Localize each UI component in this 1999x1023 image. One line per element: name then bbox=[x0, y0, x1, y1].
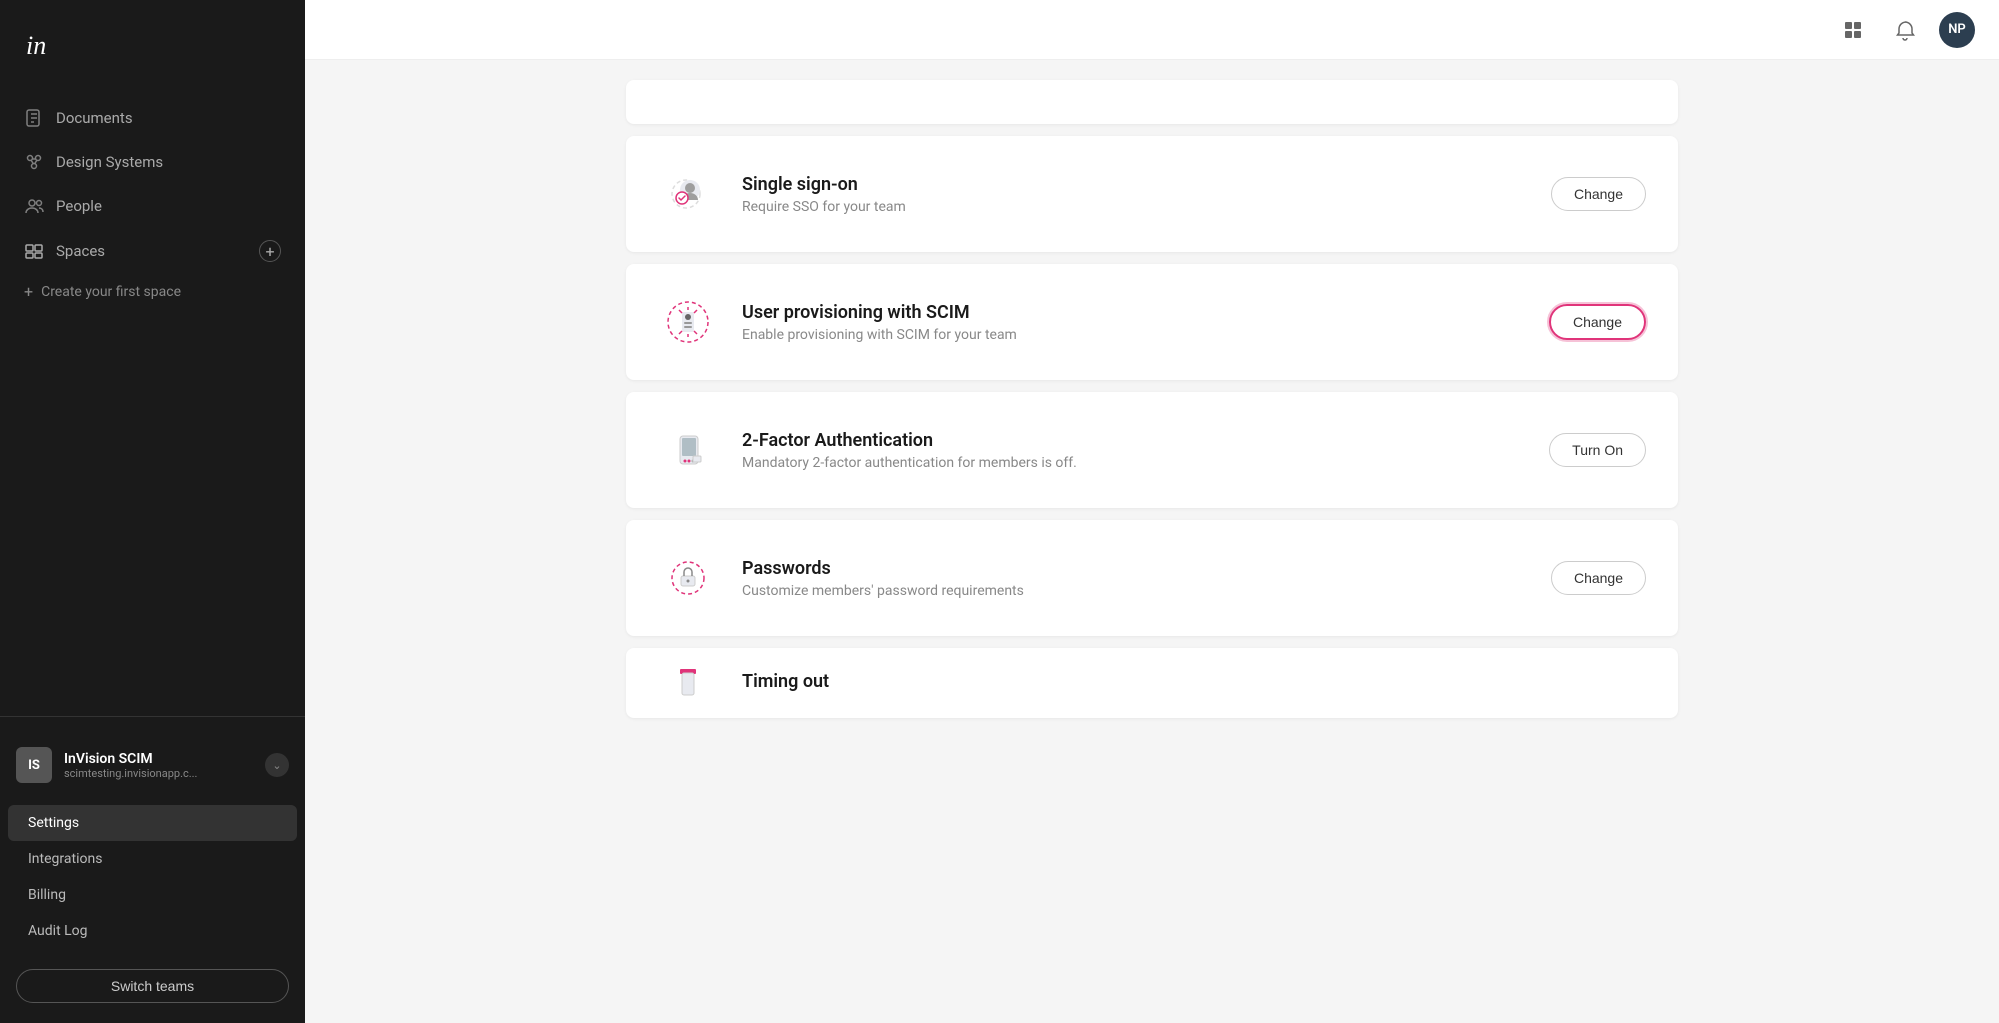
passwords-change-button[interactable]: Change bbox=[1551, 561, 1646, 595]
main-content: NP Single si bbox=[305, 0, 1999, 1023]
scim-description: Enable provisioning with SCIM for your t… bbox=[742, 327, 1525, 343]
sidebar-menu-settings[interactable]: Settings bbox=[8, 805, 297, 841]
settings-card-timeout: Timing out bbox=[626, 648, 1678, 718]
passwords-description: Customize members' password requirements bbox=[742, 583, 1527, 599]
create-space-button[interactable]: + Create your first space bbox=[0, 274, 305, 309]
team-url: scimtesting.invisionapp.c... bbox=[64, 767, 253, 780]
people-icon bbox=[24, 196, 44, 216]
design-systems-label: Design Systems bbox=[56, 153, 163, 171]
timeout-title: Timing out bbox=[742, 671, 1646, 692]
passwords-info: Passwords Customize members' password re… bbox=[742, 558, 1527, 599]
partial-card bbox=[626, 80, 1678, 124]
sso-title: Single sign-on bbox=[742, 174, 1527, 195]
2fa-turnon-button[interactable]: Turn On bbox=[1549, 433, 1646, 467]
add-space-button[interactable]: + bbox=[259, 240, 281, 262]
sidebar-item-documents[interactable]: Documents bbox=[0, 96, 305, 140]
sidebar: in Documents Design Systems bbox=[0, 0, 305, 1023]
scim-action: Change bbox=[1549, 304, 1646, 340]
scim-title: User provisioning with SCIM bbox=[742, 302, 1525, 323]
team-chevron-button[interactable]: ⌄ bbox=[265, 753, 289, 777]
timeout-icon bbox=[658, 653, 718, 713]
sidebar-item-design-systems[interactable]: Design Systems bbox=[0, 140, 305, 184]
sso-info: Single sign-on Require SSO for your team bbox=[742, 174, 1527, 215]
2fa-icon bbox=[658, 420, 718, 480]
sso-change-button[interactable]: Change bbox=[1551, 177, 1646, 211]
grid-icon[interactable] bbox=[1835, 12, 1871, 48]
sso-action: Change bbox=[1551, 177, 1646, 211]
settings-card-2fa: 2-Factor Authentication Mandatory 2-fact… bbox=[626, 392, 1678, 508]
topbar: NP bbox=[305, 0, 1999, 60]
sso-icon bbox=[658, 164, 718, 224]
team-name: InVision SCIM bbox=[64, 751, 253, 767]
passwords-title: Passwords bbox=[742, 558, 1527, 579]
team-section: IS InVision SCIM scimtesting.invisionapp… bbox=[0, 733, 305, 797]
documents-label: Documents bbox=[56, 109, 133, 127]
passwords-icon bbox=[658, 548, 718, 608]
spaces-icon bbox=[24, 241, 44, 261]
user-avatar[interactable]: NP bbox=[1939, 12, 1975, 48]
spaces-header: Spaces + bbox=[0, 228, 305, 274]
sidebar-menu-billing[interactable]: Billing bbox=[8, 877, 297, 913]
timeout-info: Timing out bbox=[742, 671, 1646, 696]
spaces-label: Spaces bbox=[56, 242, 105, 260]
sidebar-menu: Settings Integrations Billing Audit Log bbox=[0, 797, 305, 957]
sidebar-menu-audit-log[interactable]: Audit Log bbox=[8, 913, 297, 949]
sidebar-nav: Documents Design Systems People bbox=[0, 88, 305, 716]
svg-text:in: in bbox=[26, 31, 46, 60]
switch-teams-button[interactable]: Switch teams bbox=[16, 969, 289, 1003]
scim-info: User provisioning with SCIM Enable provi… bbox=[742, 302, 1525, 343]
notifications-icon[interactable] bbox=[1887, 12, 1923, 48]
settings-content: Single sign-on Require SSO for your team… bbox=[305, 60, 1999, 1023]
plus-icon: + bbox=[24, 282, 33, 301]
2fa-description: Mandatory 2-factor authentication for me… bbox=[742, 455, 1525, 471]
passwords-action: Change bbox=[1551, 561, 1646, 595]
scim-icon bbox=[658, 292, 718, 352]
team-info: InVision SCIM scimtesting.invisionapp.c.… bbox=[64, 751, 253, 780]
documents-icon bbox=[24, 108, 44, 128]
sidebar-item-people[interactable]: People bbox=[0, 184, 305, 228]
scim-change-button[interactable]: Change bbox=[1549, 304, 1646, 340]
team-avatar: IS bbox=[16, 747, 52, 783]
sso-description: Require SSO for your team bbox=[742, 199, 1527, 215]
design-systems-icon bbox=[24, 152, 44, 172]
settings-card-passwords: Passwords Customize members' password re… bbox=[626, 520, 1678, 636]
2fa-info: 2-Factor Authentication Mandatory 2-fact… bbox=[742, 430, 1525, 471]
2fa-title: 2-Factor Authentication bbox=[742, 430, 1525, 451]
sidebar-bottom: IS InVision SCIM scimtesting.invisionapp… bbox=[0, 716, 305, 1023]
logo[interactable]: in bbox=[0, 0, 305, 88]
settings-card-scim: User provisioning with SCIM Enable provi… bbox=[626, 264, 1678, 380]
2fa-action: Turn On bbox=[1549, 433, 1646, 467]
sidebar-menu-integrations[interactable]: Integrations bbox=[8, 841, 297, 877]
create-space-label: Create your first space bbox=[41, 284, 181, 300]
people-label: People bbox=[56, 197, 102, 215]
settings-card-sso: Single sign-on Require SSO for your team… bbox=[626, 136, 1678, 252]
settings-list: Single sign-on Require SSO for your team… bbox=[602, 60, 1702, 754]
